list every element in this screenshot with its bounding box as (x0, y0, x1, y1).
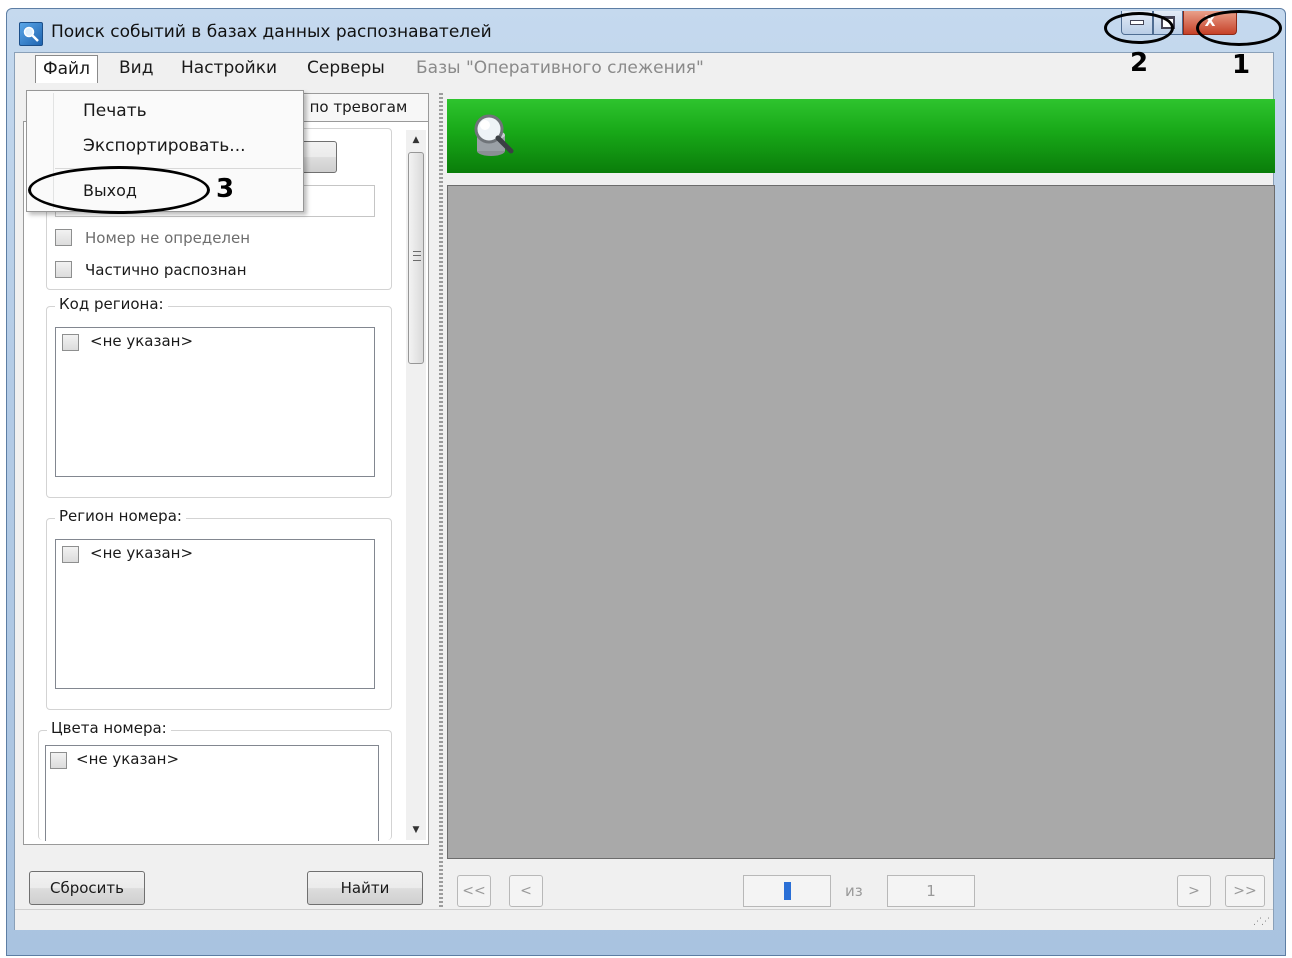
number-colors-title: Цвета номера: (47, 719, 171, 737)
next-page-button[interactable]: > (1177, 875, 1211, 907)
list-item: <не указан> (90, 332, 194, 350)
menu-file[interactable]: Файл (35, 55, 98, 83)
current-page-input[interactable] (743, 875, 831, 907)
menu-databases[interactable]: Базы "Оперативного слежения" (416, 58, 704, 78)
window-title: Поиск событий в базах данных распознават… (51, 22, 492, 42)
menu-item-export[interactable]: Экспортировать... (83, 136, 246, 156)
total-pages-field: 1 (887, 875, 975, 907)
menu-servers[interactable]: Серверы (307, 58, 385, 78)
list-item: <не указан> (90, 544, 194, 562)
menu-view[interactable]: Вид (119, 58, 153, 78)
results-header (447, 99, 1275, 173)
filter-scrollbar[interactable]: ▲ ▼ (406, 130, 426, 840)
find-button[interactable]: Найти (307, 871, 423, 905)
filter-tab-page: Номер не определен Частично распознан Ко… (23, 121, 429, 845)
panel-splitter[interactable] (439, 93, 443, 913)
scroll-grip-icon (413, 251, 421, 261)
number-region-group: Регион номера: <не указан> (46, 507, 392, 710)
region-code-item-checkbox[interactable] (62, 334, 79, 351)
list-item: <не указан> (76, 750, 180, 768)
region-code-list[interactable]: <не указан> (55, 327, 375, 477)
status-bar: ⋰⋰ (15, 909, 1273, 930)
partially-recognized-label: Частично распознан (85, 261, 247, 279)
page-of-label: из (845, 882, 863, 900)
tab-alarm-search[interactable]: ь по тревогам (291, 93, 429, 121)
number-undefined-checkbox[interactable] (55, 229, 72, 246)
prev-page-button[interactable]: < (509, 875, 543, 907)
scroll-up-arrow-icon[interactable]: ▲ (406, 130, 426, 150)
menu-bar: Файл Вид Настройки Серверы Базы "Операти… (15, 53, 1273, 83)
number-colors-group: Цвета номера: <не указан> (38, 719, 392, 841)
number-region-list[interactable]: <не указан> (55, 539, 375, 689)
menu-settings[interactable]: Настройки (181, 58, 277, 78)
resize-grip-icon[interactable]: ⋰⋰ (1253, 917, 1270, 927)
menu-item-print[interactable]: Печать (83, 101, 147, 121)
number-colors-item-checkbox[interactable] (50, 752, 67, 769)
number-undefined-label: Номер не определен (85, 229, 251, 247)
annotation-ellipse-minimize (1104, 12, 1174, 44)
results-area[interactable] (447, 185, 1275, 859)
title-bar[interactable]: Поиск событий в базах данных распознават… (7, 9, 1285, 55)
number-region-title: Регион номера: (55, 507, 186, 525)
scroll-down-arrow-icon[interactable]: ▼ (406, 820, 426, 840)
database-search-icon (474, 114, 514, 156)
text-cursor (784, 882, 791, 900)
scroll-thumb[interactable] (408, 152, 424, 364)
region-code-title: Код региона: (55, 295, 168, 313)
annotation-ellipse-close (1196, 10, 1282, 46)
number-colors-list[interactable]: <не указан> (45, 745, 379, 841)
first-page-button[interactable]: << (457, 875, 491, 907)
reset-button[interactable]: Сбросить (29, 871, 145, 905)
annotation-ellipse-exit (28, 166, 210, 214)
region-code-group: Код региона: <не указан> (46, 295, 392, 498)
partially-recognized-checkbox[interactable] (55, 261, 72, 278)
annotation-number-2: 2 (1130, 48, 1149, 78)
number-region-item-checkbox[interactable] (62, 546, 79, 563)
last-page-button[interactable]: >> (1225, 875, 1265, 907)
annotation-number-1: 1 (1232, 50, 1251, 80)
app-search-icon (19, 22, 43, 46)
annotation-number-3: 3 (216, 174, 235, 204)
